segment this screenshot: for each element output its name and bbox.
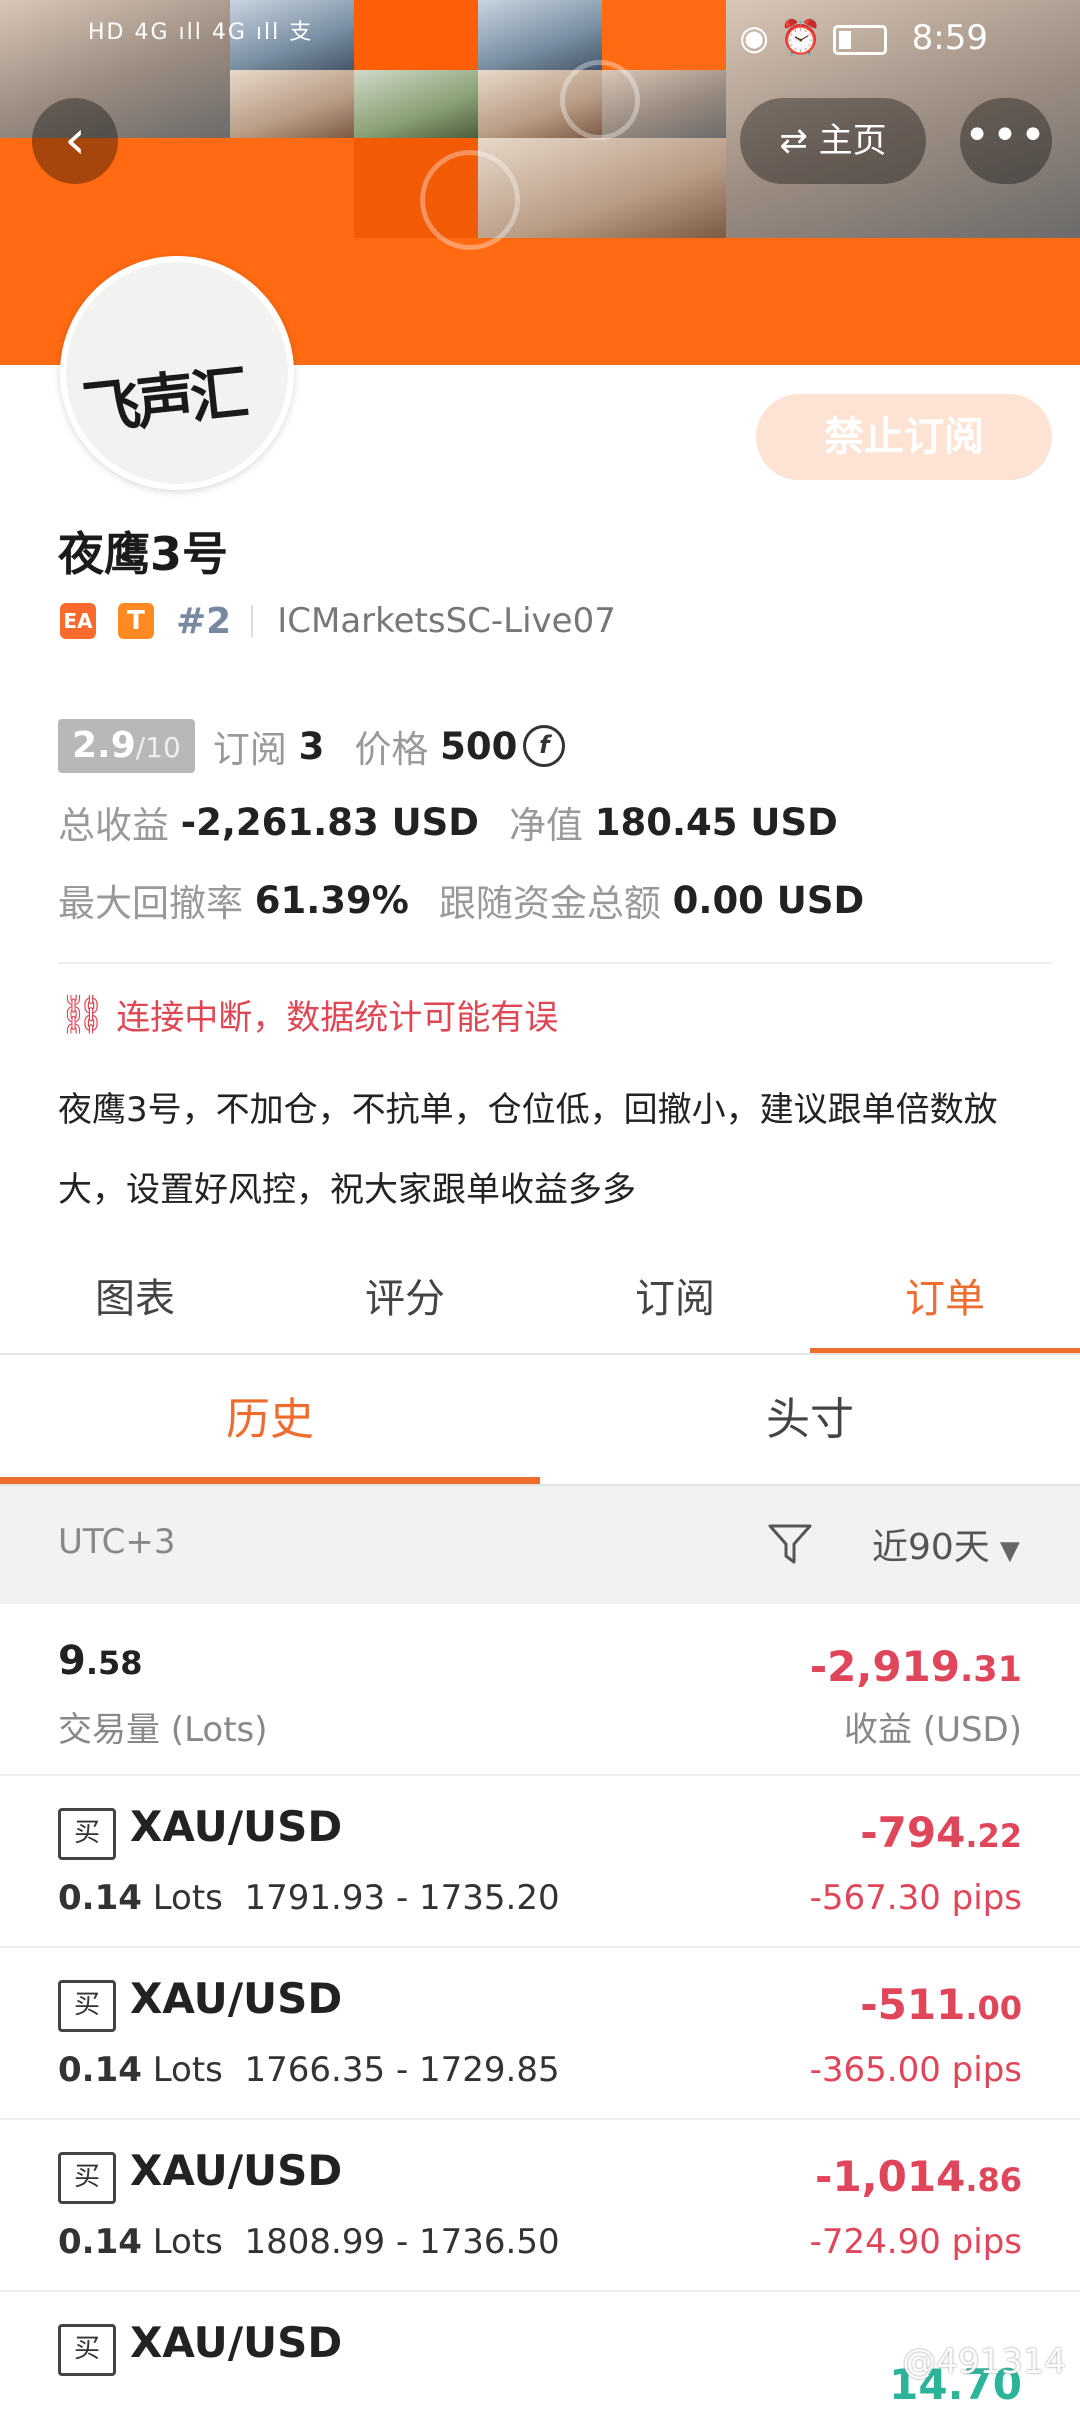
subscribe-label: 订阅 xyxy=(212,728,287,771)
filter-icon[interactable] xyxy=(766,1520,814,1568)
profit-value: -2,919.31 xyxy=(809,1642,1022,1691)
score-badge: 2.9/10 xyxy=(58,719,195,773)
buy-badge: 买 xyxy=(58,2324,116,2376)
tab-history[interactable]: 历史 xyxy=(0,1356,540,1484)
total-profit-value: -2,261.83 USD xyxy=(180,800,479,844)
order-profit: -794.22 xyxy=(860,1808,1022,1857)
drawdown-label: 最大回撤率 xyxy=(58,882,243,925)
alarm-icon: ⏰ xyxy=(779,18,823,58)
divider xyxy=(58,962,1052,964)
order-symbol: XAU/USD xyxy=(130,2146,343,2195)
home-label: 主页 xyxy=(818,121,887,161)
tab-positions[interactable]: 头寸 xyxy=(540,1356,1080,1484)
order-pips: -365.00 pips xyxy=(809,2050,1022,2090)
clock-time: 8:59 xyxy=(911,18,988,58)
t-badge: T xyxy=(118,603,154,639)
tab-orders[interactable]: 订单 xyxy=(810,1244,1080,1354)
switch-icon: ⇄ xyxy=(779,121,808,161)
more-icon: ••• xyxy=(964,110,1048,161)
buy-badge: 买 xyxy=(58,1980,116,2032)
order-symbol: XAU/USD xyxy=(130,1802,343,1851)
connection-warning: ⛓ 连接中断，数据统计可能有误 xyxy=(58,990,558,1039)
volume-value: 9.58 xyxy=(58,1638,143,1684)
more-options-button[interactable]: ••• xyxy=(960,98,1052,184)
price-label: 价格 xyxy=(354,728,429,771)
chevron-down-icon: ▼ xyxy=(999,1536,1020,1566)
signal-indicators: HD 4G ıll 4G ıll 支 xyxy=(88,20,314,45)
coin-icon: f xyxy=(523,725,566,767)
account-description: 夜鹰3号，不加仓，不抗单，仓位低，回撤小，建议跟单倍数放大，设置好风控，祝大家跟… xyxy=(58,1090,998,1210)
account-name: 夜鹰3号 xyxy=(58,527,229,581)
ea-badge: EA xyxy=(60,603,96,639)
avatar-logo: 飞声汇 xyxy=(79,358,248,444)
order-symbol: XAU/USD xyxy=(130,2318,343,2367)
tab-rating[interactable]: 评分 xyxy=(270,1244,540,1354)
main-tabs: 图表 评分 订阅 订单 xyxy=(0,1244,1080,1354)
battery-icon xyxy=(832,24,887,55)
history-summary: 9.58 交易量 (Lots) -2,919.31 收益 (USD) xyxy=(0,1602,1080,1776)
back-button[interactable]: ‹ xyxy=(32,98,118,184)
eye-icon: ◉ xyxy=(739,18,769,58)
subscribe-button[interactable]: 禁止订阅 xyxy=(756,394,1052,480)
account-tags: EA T #2 ICMarketsSC-Live07 xyxy=(60,596,616,646)
link-broken-icon: ⛓ xyxy=(58,992,107,1036)
order-symbol: XAU/USD xyxy=(130,1974,343,2023)
order-profit: -511.00 xyxy=(860,1980,1022,2029)
follow-funds-label: 跟随资金总额 xyxy=(438,882,661,925)
status-bar: HD 4G ıll 4G ıll 支 ◉ ⏰ 8:59 xyxy=(0,0,1080,80)
order-pips: -567.30 pips xyxy=(809,1878,1022,1918)
home-button[interactable]: ⇄ 主页 xyxy=(740,98,926,184)
order-pips: -724.90 pips xyxy=(809,2222,1022,2262)
order-profit: -1,014.86 xyxy=(815,2152,1022,2201)
order-detail: 0.14 Lots 1766.35 - 1729.85 xyxy=(58,2050,560,2090)
server-name: ICMarketsSC-Live07 xyxy=(277,601,616,641)
warning-text: 连接中断，数据统计可能有误 xyxy=(116,998,559,1038)
buy-badge: 买 xyxy=(58,1808,116,1860)
back-arrow-icon: ‹ xyxy=(64,108,86,171)
timezone-label: UTC+3 xyxy=(58,1522,176,1562)
rank-label: #2 xyxy=(176,600,232,642)
date-range-select[interactable]: 近90天 ▼ xyxy=(872,1518,1020,1570)
tab-subscription[interactable]: 订阅 xyxy=(540,1244,810,1354)
buy-badge: 买 xyxy=(58,2152,116,2204)
list-item[interactable]: 买 XAU/USD 0.14 Lots 1791.93 - 1735.20 -7… xyxy=(0,1774,1080,1948)
subscribe-count: 3 xyxy=(298,724,325,768)
divider xyxy=(251,605,254,637)
list-item[interactable]: 买 XAU/USD 0.14 Lots 1808.99 - 1736.50 -1… xyxy=(0,2118,1080,2292)
follow-funds-value: 0.00 USD xyxy=(672,878,865,922)
divider xyxy=(0,1353,1080,1355)
list-item[interactable]: 买 XAU/USD 0.14 Lots 1766.35 - 1729.85 -5… xyxy=(0,1946,1080,2120)
drawdown-value: 61.39% xyxy=(254,878,409,922)
stats-row-2: 总收益 -2,261.83 USD 净值 180.45 USD xyxy=(58,794,838,850)
watermark: @491314 xyxy=(902,2342,1066,2382)
volume-label: 交易量 (Lots) xyxy=(58,1710,268,1750)
total-profit-label: 总收益 xyxy=(58,804,169,847)
price-value: 500 xyxy=(440,724,518,768)
avatar[interactable]: 飞声汇 xyxy=(60,256,294,490)
stats-row-1: 2.9/10 订阅 3 价格 500 f xyxy=(58,716,566,776)
order-detail: 0.14 Lots 1808.99 - 1736.50 xyxy=(58,2222,560,2262)
profit-label: 收益 (USD) xyxy=(844,1710,1022,1750)
tab-chart[interactable]: 图表 xyxy=(0,1244,270,1354)
order-subtabs: 历史 头寸 xyxy=(0,1356,1080,1484)
equity-value: 180.45 USD xyxy=(594,800,838,844)
order-detail: 0.14 Lots 1791.93 - 1735.20 xyxy=(58,1878,560,1918)
filter-bar: UTC+3 近90天 ▼ xyxy=(0,1484,1080,1604)
stats-row-3: 最大回撤率 61.39% 跟随资金总额 0.00 USD xyxy=(58,872,864,928)
equity-label: 净值 xyxy=(509,804,583,847)
